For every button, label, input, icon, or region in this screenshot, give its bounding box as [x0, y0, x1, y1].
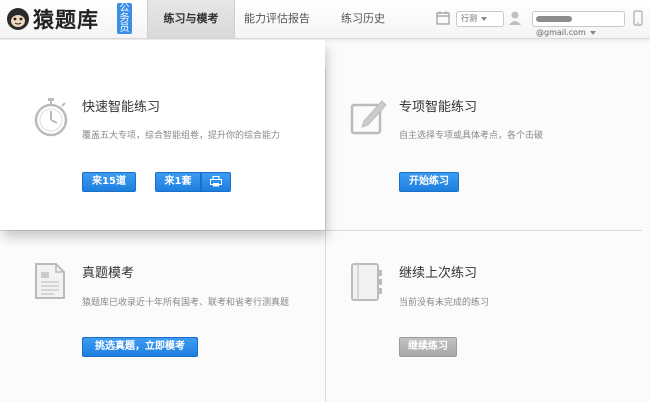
chevron-down-icon	[481, 16, 487, 21]
special-practice-desc: 自主选择专项或具体考点，各个击破	[399, 131, 544, 141]
tab-practice-exam[interactable]: 练习与模考	[147, 0, 235, 38]
top-bar: 猿题库 公 务 员 练习与模考 能力评估报告 练习历史 行测 @gmail.co…	[0, 0, 650, 39]
continue-practice-desc: 当前没有未完成的练习	[399, 298, 490, 308]
exam-subject-select[interactable]: 行测	[456, 11, 504, 27]
email-suffix: @gmail.com	[536, 28, 586, 37]
print-set-button[interactable]	[201, 172, 231, 192]
calendar-icon[interactable]	[436, 11, 450, 25]
continue-practice-title: 继续上次练习	[399, 266, 478, 281]
edit-note-icon	[350, 100, 387, 135]
logo-text: 猿题库	[33, 8, 99, 32]
chevron-down-icon	[589, 30, 596, 35]
tab-practice-history[interactable]: 练习历史	[326, 0, 400, 38]
real-exam-desc: 猿题库已收录近十年所有国考、联考和省考行测真题	[82, 298, 290, 308]
choose-real-exam-button[interactable]: 挑选真题，立即模考	[82, 337, 198, 357]
quick-practice-desc: 覆盖五大专项，综合智能组卷，提升你的综合能力	[82, 131, 281, 141]
exam-type-badge: 公 务 员	[117, 3, 132, 34]
account-select[interactable]: @gmail.com	[532, 11, 625, 37]
start-practice-button[interactable]: 开始练习	[399, 172, 459, 192]
practice-panel: 快速智能练习 覆盖五大专项，综合智能组卷，提升你的综合能力 来15道 来1套 专…	[0, 40, 650, 402]
continue-practice-button[interactable]: 继续练习	[399, 337, 457, 357]
divider-horizontal	[0, 230, 642, 231]
logo[interactable]: 猿题库	[6, 6, 99, 32]
special-practice-title: 专项智能练习	[399, 100, 478, 115]
badge-char: 公	[119, 2, 130, 14]
stopwatch-icon	[34, 98, 68, 137]
exam-subject-value: 行测	[461, 14, 477, 23]
user-icon[interactable]	[508, 10, 522, 26]
email-redacted	[536, 15, 572, 22]
divider-vertical	[325, 67, 326, 402]
get-1-set-button[interactable]: 来1套	[155, 172, 201, 192]
get-15-questions-button[interactable]: 来15道	[82, 172, 136, 192]
tab-ability-report[interactable]: 能力评估报告	[236, 0, 318, 38]
print-icon	[210, 176, 222, 187]
badge-char: 务	[119, 12, 130, 24]
mobile-phone-icon[interactable]	[633, 10, 643, 26]
monkey-logo-icon	[7, 8, 29, 30]
document-paper-icon	[35, 263, 65, 299]
quick-practice-title: 快速智能练习	[82, 100, 161, 115]
real-exam-title: 真题模考	[82, 266, 135, 281]
badge-char: 员	[119, 22, 130, 34]
notebook-icon	[351, 263, 382, 301]
